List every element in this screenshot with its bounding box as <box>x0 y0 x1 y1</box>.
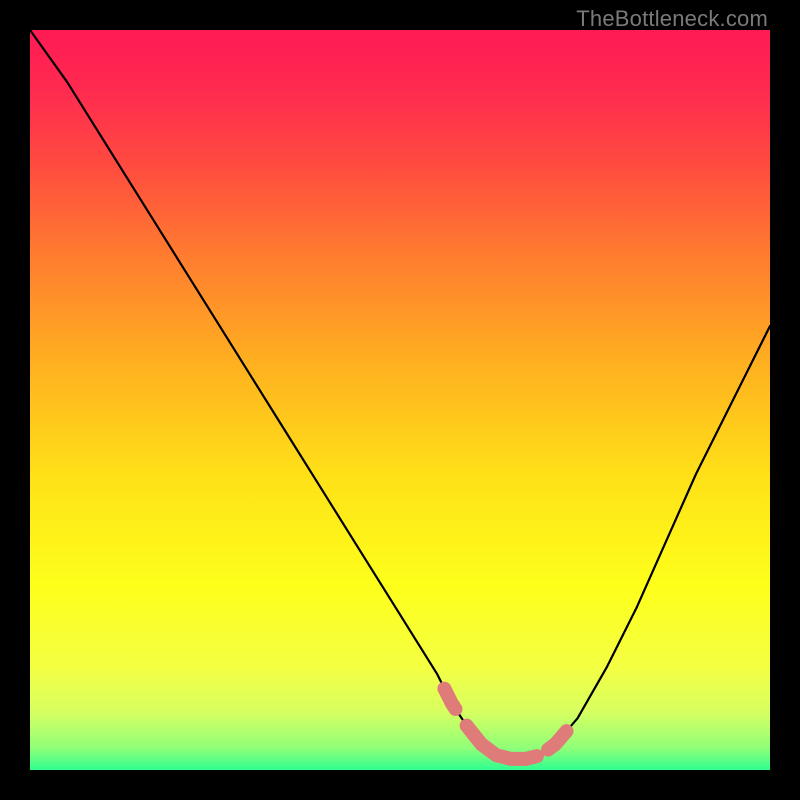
curve-layer <box>30 30 770 770</box>
highlight-right <box>548 731 567 750</box>
highlight-left <box>444 689 455 709</box>
watermark-text: TheBottleneck.com <box>576 6 768 32</box>
highlight-markers <box>444 689 566 759</box>
chart-container: TheBottleneck.com <box>0 0 800 800</box>
highlight-flat <box>467 726 537 759</box>
bottleneck-curve <box>30 30 770 759</box>
chart-area <box>30 30 770 770</box>
